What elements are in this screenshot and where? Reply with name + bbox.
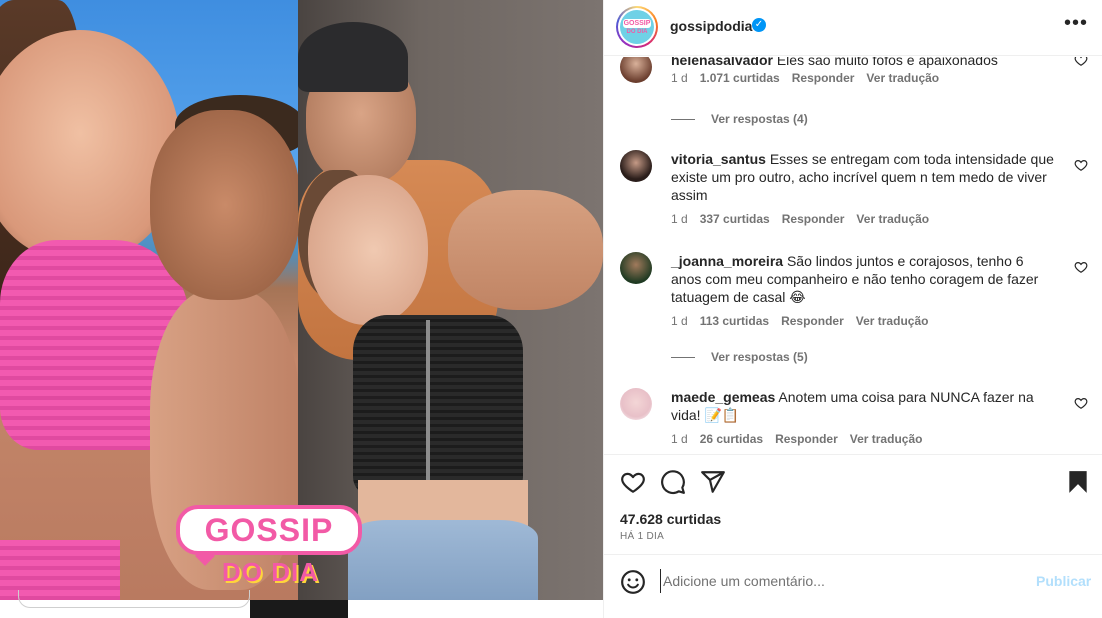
comment-username[interactable]: _joanna_moreira <box>671 253 783 269</box>
comment-username[interactable]: maede_gemeas <box>671 389 775 405</box>
reply-button[interactable]: Responder <box>781 314 844 328</box>
translate-button[interactable]: Ver tradução <box>850 432 923 446</box>
commenter-avatar[interactable] <box>620 252 652 284</box>
commenter-avatar[interactable] <box>620 388 652 420</box>
translate-button[interactable]: Ver tradução <box>856 212 929 226</box>
comment-time: 1 d <box>671 71 688 85</box>
comment-heart-icon[interactable] <box>1074 57 1088 67</box>
gossip-do-dia-logo: GOSSIP DO DIA <box>176 505 362 593</box>
view-replies-label: Ver respostas (4) <box>711 112 808 126</box>
comment-text: vitoria_santus Esses se entregam com tod… <box>671 150 1056 204</box>
avatar-logo: GOSSIP DO DIA <box>620 10 654 44</box>
post-like-count[interactable]: 47.628 curtidas <box>620 511 721 527</box>
comment-likes[interactable]: 113 curtidas <box>700 314 769 328</box>
view-replies-button[interactable]: Ver respostas (4) <box>671 112 808 126</box>
profile-avatar[interactable]: GOSSIP DO DIA <box>616 6 658 48</box>
avatar-logo-bottom: DO DIA <box>626 28 648 35</box>
translate-button[interactable]: Ver tradução <box>866 71 939 85</box>
bookmark-icon[interactable] <box>1065 469 1091 495</box>
comment-text: _joanna_moreira São lindos juntos e cora… <box>671 252 1056 306</box>
black-top-shape <box>353 315 523 495</box>
comment-time: 1 d <box>671 314 688 328</box>
man-face-shape <box>150 110 298 300</box>
post-side-panel: GOSSIP DO DIA gossipdodia ✓ ••• helenasa… <box>603 0 1102 618</box>
media-edge <box>250 600 348 618</box>
woman-face-shape <box>308 175 428 325</box>
replies-line <box>671 118 695 120</box>
more-options-icon[interactable]: ••• <box>1062 13 1090 38</box>
comment-meta: 1 d 113 curtidas Responder Ver tradução <box>671 314 928 328</box>
verified-badge-icon: ✓ <box>752 18 766 32</box>
emoji-icon[interactable] <box>620 569 646 595</box>
view-replies-button[interactable]: Ver respostas (5) <box>671 350 808 364</box>
comment-heart-icon[interactable] <box>1074 260 1088 274</box>
avatar-inner: GOSSIP DO DIA <box>618 8 656 46</box>
post-actions: 47.628 curtidas HÁ 1 DIA <box>604 454 1102 554</box>
view-replies-label: Ver respostas (5) <box>711 350 808 364</box>
comment-input[interactable] <box>660 569 1020 593</box>
zipper-shape <box>426 320 430 490</box>
comment-time: 1 d <box>671 432 688 446</box>
comment-heart-icon[interactable] <box>1074 396 1088 410</box>
comments-list[interactable]: helenasalvador Eles são muito fofos e ap… <box>604 57 1102 454</box>
logo-line2: DO DIA <box>222 557 319 587</box>
comment-body: Eles são muito fofos e apaixonados <box>776 57 998 68</box>
comment-heart-icon[interactable] <box>1074 158 1088 172</box>
comment-text: maede_gemeas Anotem uma coisa para NUNCA… <box>671 388 1056 424</box>
comment-time: 1 d <box>671 212 688 226</box>
comment-likes[interactable]: 1.071 curtidas <box>700 71 780 85</box>
comment-text: helenasalvador Eles são muito fofos e ap… <box>671 57 1056 69</box>
comment-meta: 1 d 26 curtidas Responder Ver tradução <box>671 432 922 446</box>
comment-likes[interactable]: 26 curtidas <box>700 432 763 446</box>
commenter-avatar[interactable] <box>620 150 652 182</box>
share-icon[interactable] <box>700 469 726 495</box>
profile-username[interactable]: gossipdodia <box>670 18 752 34</box>
heart-icon[interactable] <box>620 469 646 495</box>
reply-button[interactable]: Responder <box>782 212 845 226</box>
cap-shape <box>298 22 408 92</box>
comment-likes[interactable]: 337 curtidas <box>700 212 770 226</box>
arm-shape <box>448 190 603 310</box>
post-media[interactable]: GOSSIP DO DIA <box>0 0 603 618</box>
replies-line <box>671 356 695 358</box>
comment-composer: Publicar <box>604 554 1102 618</box>
reply-button[interactable]: Responder <box>775 432 838 446</box>
carousel-indicator <box>18 590 250 608</box>
comment-meta: 1 d 1.071 curtidas Responder Ver traduçã… <box>671 71 939 85</box>
commenter-avatar[interactable] <box>620 57 652 83</box>
jeans-shape <box>348 520 538 600</box>
comment-icon[interactable] <box>660 469 686 495</box>
publish-button[interactable]: Publicar <box>1036 573 1091 589</box>
post-time-ago[interactable]: HÁ 1 DIA <box>620 531 664 542</box>
translate-button[interactable]: Ver tradução <box>856 314 929 328</box>
post-header: GOSSIP DO DIA gossipdodia ✓ ••• <box>604 0 1102 56</box>
logo-line1: GOSSIP <box>176 505 362 555</box>
comment-username[interactable]: vitoria_santus <box>671 151 766 167</box>
avatar-logo-top: GOSSIP <box>622 18 652 28</box>
reply-button[interactable]: Responder <box>792 71 855 85</box>
comment-username[interactable]: helenasalvador <box>671 57 773 68</box>
comment-meta: 1 d 337 curtidas Responder Ver tradução <box>671 212 929 226</box>
